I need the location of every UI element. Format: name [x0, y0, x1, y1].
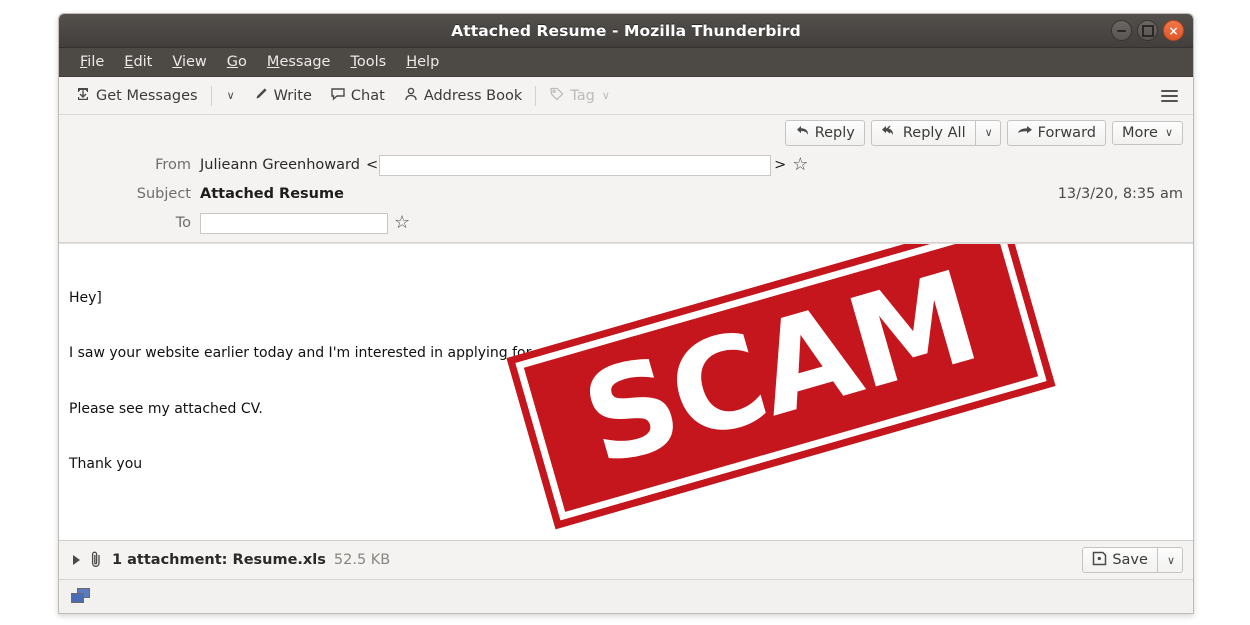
attachment-size: 52.5 KB: [333, 552, 391, 568]
network-connection-icon: [71, 588, 90, 605]
save-button[interactable]: Save: [1082, 546, 1157, 574]
body-line-1: Hey]: [69, 289, 102, 306]
reply-all-arrow-icon: [881, 124, 898, 142]
chevron-down-icon: ∨: [1164, 126, 1173, 140]
chat-button[interactable]: Chat: [322, 82, 393, 110]
save-group: Save ∨: [1082, 546, 1183, 574]
minimize-button[interactable]: [1111, 20, 1132, 41]
get-messages-dropdown[interactable]: ∨: [217, 85, 243, 106]
chevron-down-icon: ∨: [984, 126, 993, 140]
subject-row: Subject Attached Resume 13/3/20, 8:35 am: [59, 180, 1193, 209]
hamburger-line-3: [1161, 99, 1178, 102]
subject-value: Attached Resume: [200, 186, 344, 202]
forward-button[interactable]: Forward: [1006, 120, 1106, 146]
address-book-label: Address Book: [423, 87, 523, 104]
to-address-redacted: [200, 212, 388, 234]
chevron-down-icon: ∨: [1166, 553, 1175, 567]
status-bar: [59, 579, 1193, 613]
maximize-button[interactable]: [1137, 20, 1158, 41]
menu-view[interactable]: View: [163, 51, 215, 73]
header-field-rows: From Julieann Greenhoward < > ☆ Subject …: [59, 149, 1193, 238]
get-messages-button[interactable]: Get Messages: [67, 82, 206, 110]
from-row: From Julieann Greenhoward < > ☆: [59, 151, 1193, 180]
chat-bubble-icon: [330, 86, 346, 106]
close-icon: ×: [1168, 23, 1179, 38]
menu-message[interactable]: Message: [258, 51, 340, 73]
toolbar-separator-2: [535, 85, 537, 106]
menu-edit[interactable]: Edit: [115, 51, 161, 73]
message-date: 13/3/20, 8:35 am: [1057, 186, 1183, 202]
reply-all-group: Reply All ∨: [870, 120, 1001, 146]
hamburger-line-2: [1161, 94, 1178, 97]
title-bar: Attached Resume - Mozilla Thunderbird ×: [59, 14, 1193, 48]
star-icon[interactable]: ☆: [792, 156, 808, 174]
message-body-pane[interactable]: Hey] I saw your website earlier today an…: [59, 242, 1193, 540]
message-body-text: Hey] I saw your website earlier today an…: [69, 252, 629, 511]
paperclip-icon: [89, 550, 103, 571]
save-label: Save: [1112, 552, 1148, 568]
menu-go[interactable]: Go: [218, 51, 256, 73]
tag-icon: [549, 86, 565, 106]
window-title: Attached Resume - Mozilla Thunderbird: [451, 21, 801, 40]
message-action-bar: Reply Reply All ∨ Forward More ∨: [59, 115, 1193, 149]
address-book-button[interactable]: Address Book: [395, 82, 530, 110]
toolbar-separator: [210, 85, 212, 106]
from-bracket-open: <: [365, 157, 379, 173]
reply-button[interactable]: Reply: [784, 120, 865, 146]
message-header-pane: Reply Reply All ∨ Forward More ∨ From Ju…: [59, 115, 1193, 243]
window-controls: ×: [1111, 14, 1184, 47]
write-label: Write: [273, 87, 312, 104]
reply-all-button[interactable]: Reply All: [870, 120, 975, 146]
attachment-bar: 1 attachment: Resume.xls 52.5 KB Save ∨: [59, 540, 1193, 579]
from-bracket-close: >: [774, 157, 787, 173]
menu-file[interactable]: File: [71, 51, 113, 73]
body-line-3: Please see my attached CV.: [69, 400, 263, 417]
close-button[interactable]: ×: [1163, 20, 1184, 41]
tag-chevron-down-icon: ∨: [601, 89, 610, 102]
forward-label: Forward: [1037, 124, 1096, 141]
attachment-expander-icon[interactable]: [73, 555, 80, 565]
save-disk-icon: [1092, 551, 1107, 570]
main-toolbar: Get Messages ∨ Write Chat Address Book T…: [59, 77, 1193, 115]
app-menu-button[interactable]: [1156, 84, 1183, 108]
to-label: To: [175, 215, 191, 231]
chat-label: Chat: [350, 87, 385, 104]
reply-label: Reply: [814, 124, 855, 141]
body-line-2: I saw your website earlier today and I'm…: [69, 345, 629, 361]
from-value: Julieann Greenhoward < > ☆: [200, 154, 1183, 176]
more-button[interactable]: More ∨: [1111, 120, 1183, 145]
subject-label: Subject: [136, 186, 191, 202]
save-dropdown[interactable]: ∨: [1156, 546, 1183, 574]
get-messages-label: Get Messages: [96, 87, 198, 104]
body-line-4: Thank you: [69, 456, 143, 472]
reply-all-label: Reply All: [902, 124, 966, 141]
tag-button[interactable]: Tag ∨: [541, 82, 618, 110]
thunderbird-window: Attached Resume - Mozilla Thunderbird × …: [58, 13, 1194, 614]
tag-label: Tag: [570, 87, 595, 104]
chevron-down-icon: ∨: [226, 89, 235, 102]
reply-arrow-icon: [795, 124, 810, 142]
write-button[interactable]: Write: [245, 82, 320, 110]
to-value: ☆: [200, 212, 1183, 234]
attachment-name: 1 attachment: Resume.xls: [112, 552, 326, 568]
attachment-summary: 1 attachment: Resume.xls 52.5 KB: [112, 552, 390, 568]
menu-help[interactable]: Help: [397, 51, 448, 73]
from-address-redacted: [379, 154, 772, 176]
maximize-icon: [1141, 24, 1154, 37]
minimize-icon: [1117, 29, 1126, 32]
menu-tools[interactable]: Tools: [341, 51, 395, 73]
reply-all-dropdown[interactable]: ∨: [974, 120, 1001, 146]
star-icon[interactable]: ☆: [394, 214, 410, 232]
from-label: From: [155, 157, 191, 173]
network-icon-monitor-front: [71, 593, 84, 603]
more-label: More: [1121, 124, 1158, 141]
person-icon: [403, 86, 419, 106]
download-mail-icon: [75, 86, 91, 106]
forward-arrow-icon: [1017, 124, 1033, 142]
pencil-icon: [253, 86, 269, 106]
menu-bar: File Edit View Go Message Tools Help: [59, 48, 1193, 77]
hamburger-line-1: [1161, 89, 1178, 92]
from-display-name: Julieann Greenhoward: [200, 157, 360, 173]
to-row: To ☆: [59, 209, 1193, 238]
